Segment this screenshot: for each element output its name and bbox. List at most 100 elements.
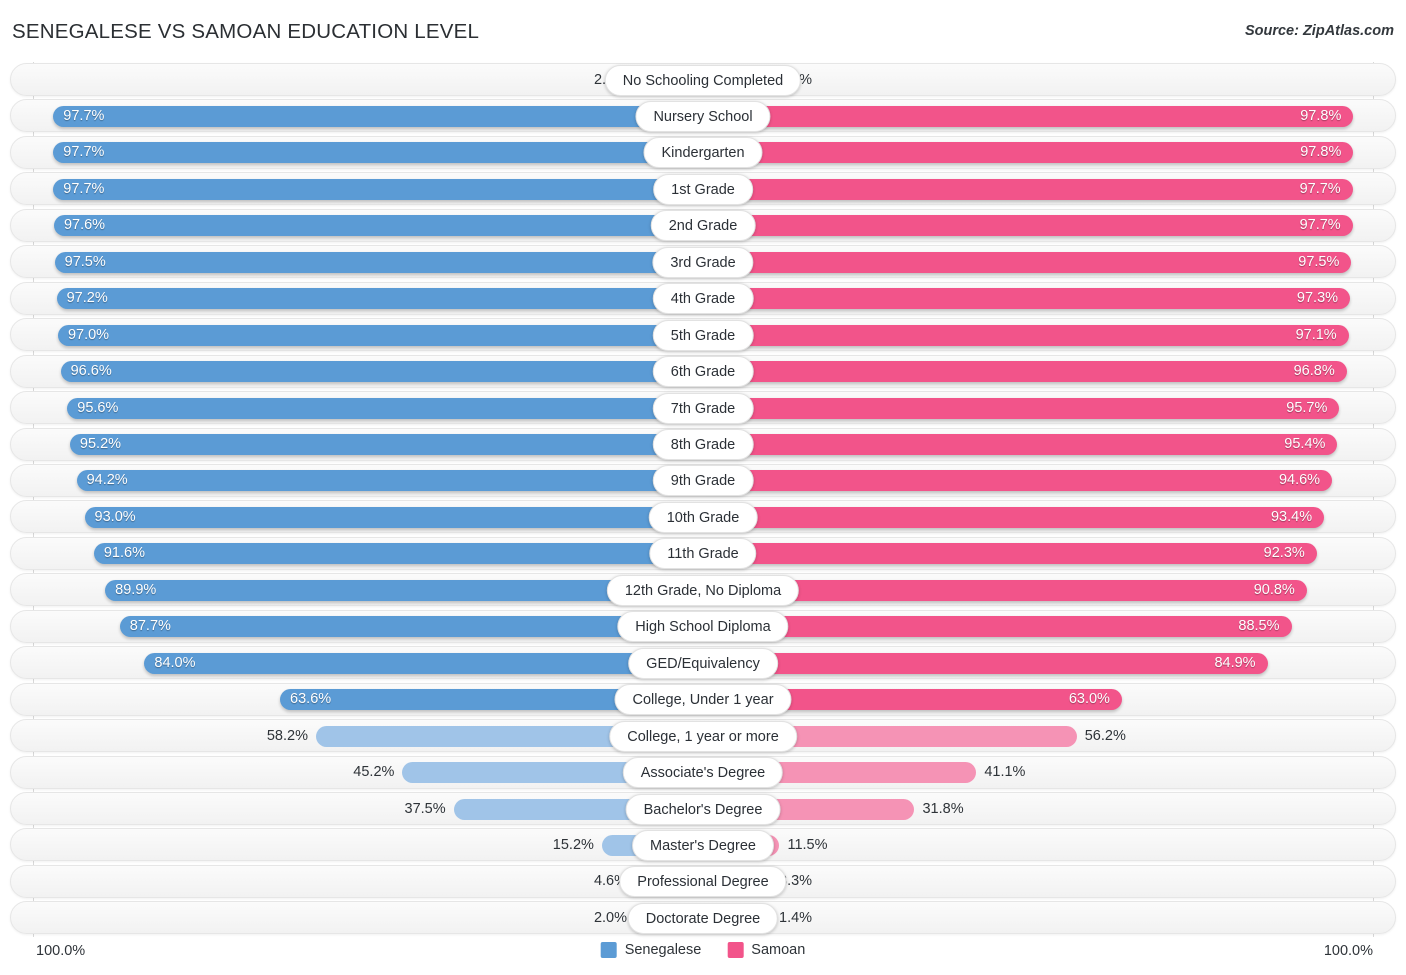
bar-value-samoan: 84.9%	[1214, 654, 1256, 671]
bar-row: 45.2% 41.1% Associate's Degree	[0, 755, 1406, 791]
category-label: College, Under 1 year	[614, 684, 792, 716]
bar-senegalese	[54, 251, 703, 273]
bar-senegalese	[53, 105, 703, 127]
bar-value-senegalese: 97.0%	[67, 326, 110, 343]
bar-value-samoan: 95.7%	[1286, 399, 1328, 416]
legend-label: Samoan	[751, 942, 806, 958]
category-label: GED/Equivalency	[628, 647, 778, 679]
bar-row: 63.6% 63.0% College, Under 1 year	[0, 682, 1406, 718]
chart-footer: 100.0% 100.0% Senegalese Samoan	[0, 937, 1406, 975]
legend-swatch-icon	[600, 942, 617, 958]
bar-senegalese	[60, 361, 703, 383]
bar-senegalese	[57, 324, 703, 346]
category-label: College, 1 year or more	[609, 720, 797, 752]
category-label: Bachelor's Degree	[625, 793, 781, 825]
bar-value-samoan: 11.5%	[787, 836, 828, 853]
bar-senegalese	[53, 178, 703, 200]
category-label: 4th Grade	[652, 283, 754, 315]
category-label: 1st Grade	[653, 173, 753, 205]
category-label: Professional Degree	[619, 866, 787, 898]
bar-senegalese	[53, 215, 703, 237]
bar-value-samoan: 97.3%	[1296, 290, 1339, 307]
bar-value-senegalese: 94.2%	[86, 472, 128, 489]
category-label: Kindergarten	[643, 137, 763, 169]
bar-row: 94.2% 94.6% 9th Grade	[0, 463, 1406, 499]
bar-value-senegalese: 63.6%	[290, 691, 332, 708]
bar-value-senegalese: 2.3%	[0, 70, 627, 91]
legend-swatch-icon	[727, 942, 744, 958]
bar-row: 58.2% 56.2% College, 1 year or more	[0, 718, 1406, 754]
bar-value-samoan: 41.1%	[984, 764, 1026, 781]
bar-value-samoan: 93.4%	[1270, 508, 1313, 525]
bar-value-senegalese: 15.2%	[552, 836, 594, 853]
bar-value-senegalese: 89.9%	[115, 581, 157, 598]
legend-label: Senegalese	[624, 942, 702, 958]
bar-row: 97.7% 97.8% Nursery School	[0, 98, 1406, 134]
bar-value-senegalese: 97.2%	[66, 290, 108, 307]
bar-value-senegalese: 95.2%	[79, 436, 122, 452]
category-label: 5th Grade	[652, 319, 754, 351]
legend-item: Senegalese	[600, 942, 702, 958]
source-label: Source: ZipAtlas.com	[1244, 23, 1394, 39]
page-title: SENEGALESE VS SAMOAN EDUCATION LEVEL	[12, 20, 480, 43]
bar-senegalese	[84, 506, 703, 528]
bar-value-samoan: 92.3%	[1263, 545, 1305, 562]
category-label: 12th Grade, No Diploma	[606, 574, 800, 606]
bar-row: 97.7% 97.7% 1st Grade	[0, 171, 1406, 207]
bar-row: 96.6% 96.8% 6th Grade	[0, 354, 1406, 390]
category-label: High School Diploma	[617, 611, 789, 643]
category-label: 9th Grade	[652, 465, 754, 497]
bar-row: 37.5% 31.8% Bachelor's Degree	[0, 791, 1406, 827]
bar-senegalese	[67, 397, 703, 419]
category-label: 8th Grade	[652, 429, 754, 460]
chart-plot-area: 2.3%2.3%No Schooling Completed 97.7% 97.8%…	[0, 62, 1406, 937]
bar-value-samoan: 1.4%	[779, 909, 813, 926]
category-label: 11th Grade	[649, 538, 757, 570]
bar-value-senegalese: 58.2%	[266, 727, 308, 744]
category-label: Master's Degree	[632, 829, 774, 861]
axis-min-label: 100.0%	[36, 943, 86, 959]
bar-value-samoan: 56.2%	[1084, 727, 1126, 744]
category-label: No Schooling Completed	[604, 64, 802, 96]
category-label: Nursery School	[635, 100, 771, 132]
bar-value-samoan: 97.5%	[1298, 253, 1340, 270]
legend-item: Samoan	[727, 942, 805, 958]
bar-row: 93.0% 93.4% 10th Grade	[0, 499, 1406, 535]
bar-value-samoan: 97.8%	[1300, 107, 1342, 124]
bar-senegalese	[144, 652, 703, 674]
bar-senegalese	[76, 470, 703, 492]
category-label: 2nd Grade	[650, 210, 756, 242]
bar-value-senegalese: 2.0%	[593, 909, 627, 926]
bar-value-senegalese: 87.7%	[129, 618, 171, 635]
bar-row: 84.0% 84.9% GED/Equivalency	[0, 645, 1406, 681]
bar-senegalese	[56, 288, 703, 310]
bar-value-samoan: 97.8%	[1300, 144, 1342, 161]
bar-value-senegalese: 45.2%	[353, 764, 395, 781]
bar-value-senegalese: 4.6%	[593, 873, 627, 890]
bar-value-samoan: 88.5%	[1238, 618, 1280, 635]
chart-page: SENEGALESE VS SAMOAN EDUCATION LEVEL Sou…	[0, 0, 1406, 975]
bar-row: 15.2% 11.5% Master's Degree	[0, 827, 1406, 863]
bar-senegalese	[119, 616, 703, 638]
category-label: Doctorate Degree	[627, 902, 779, 934]
bar-senegalese	[53, 142, 703, 164]
bar-row: 89.9% 90.8% 12th Grade, No Diploma	[0, 572, 1406, 608]
category-label: 7th Grade	[652, 392, 754, 424]
bar-row: 95.2% 95.4% 8th Grade	[0, 427, 1406, 463]
bar-value-senegalese: 96.6%	[70, 363, 112, 380]
bar-row: 97.0% 97.1% 5th Grade	[0, 317, 1406, 353]
category-label: Associate's Degree	[622, 757, 784, 789]
bar-value-samoan: 97.7%	[1299, 180, 1341, 197]
bar-value-senegalese: 97.7%	[63, 180, 105, 197]
bar-value-senegalese: 93.0%	[94, 508, 136, 525]
bar-senegalese	[93, 543, 703, 565]
bar-value-senegalese: 91.6%	[103, 545, 145, 562]
bar-value-senegalese: 37.5%	[404, 800, 446, 817]
bar-value-samoan: 94.6%	[1278, 472, 1321, 489]
bar-value-senegalese: 97.7%	[63, 144, 105, 161]
bar-value-samoan: 97.1%	[1295, 326, 1337, 343]
bar-value-samoan: 97.7%	[1299, 217, 1341, 234]
axis-max-label: 100.0%	[1323, 943, 1373, 959]
bar-value-samoan: 31.8%	[922, 800, 964, 817]
bar-row: 91.6% 92.3% 11th Grade	[0, 536, 1406, 572]
